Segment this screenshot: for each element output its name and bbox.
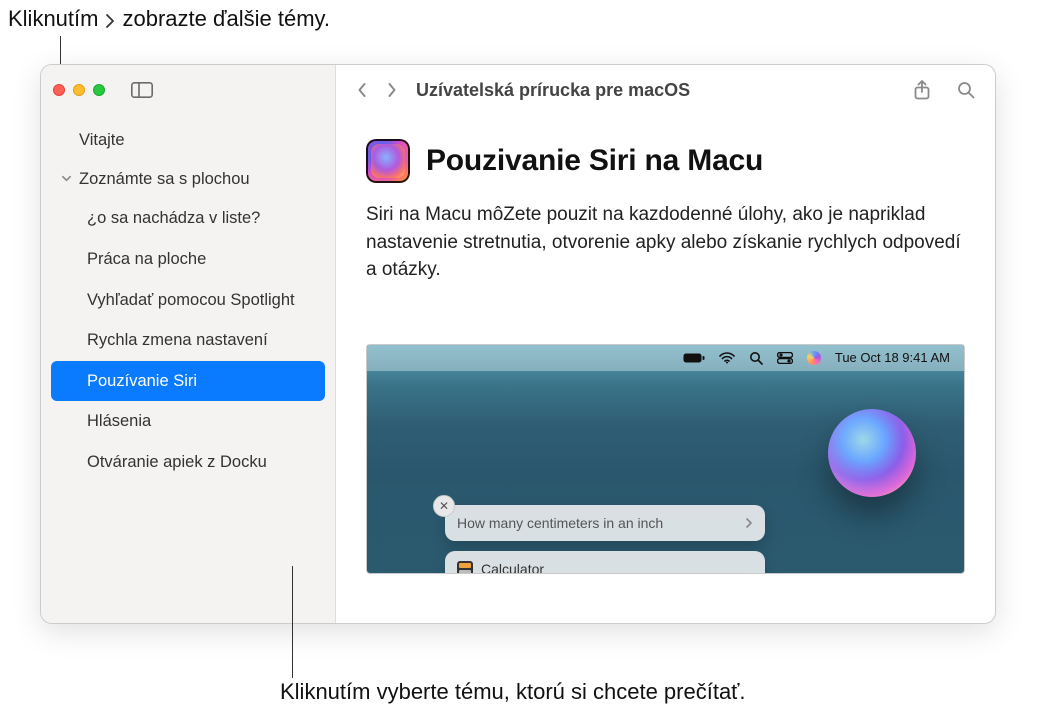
article-content: Pouzivanie Siri na Macu Siri na Macu môZ… [336,115,995,574]
chevron-right-icon [104,13,116,29]
callout-leader-line [292,566,293,678]
nav-item-label: Zoznámte sa s plochou [79,169,250,190]
siri-question-text: How many centimeters in an inch [457,515,737,531]
nav-subitem-open-apps-dock[interactable]: Otváranie apiek z Docku [51,442,325,483]
close-bubble-icon: ✕ [433,495,455,517]
magnifier-icon [749,351,763,365]
nav-item-label: Vyhľadať pomocou Spotlight [87,290,295,311]
nav-item-label: Hlásenia [87,411,151,432]
nav-subitem-menubar[interactable]: ¿o sa nachádza v liste? [51,198,325,239]
search-icon [957,81,975,99]
control-center-icon [777,352,793,364]
wifi-icon [719,352,735,364]
nav-item-label: Rychla zmena nastavení [87,330,268,351]
siri-result-card: Calculator [445,551,765,574]
sidebar-toggle-button[interactable] [125,77,159,103]
nav-item-label: ¿o sa nachádza v liste? [87,208,260,229]
share-button[interactable] [907,76,937,104]
page-header: Pouzivanie Siri na Macu [366,139,965,183]
chevron-right-icon [386,81,398,99]
page-title: Pouzivanie Siri na Macu [426,144,763,178]
nav-item-label: Práca na ploche [87,249,206,270]
sidebar-toggle-icon [131,82,153,98]
nav-subitem-spotlight[interactable]: Vyhľadať pomocou Spotlight [51,280,325,321]
minimize-window-button[interactable] [73,84,85,96]
topic-nav: Vitajte Zoznámte sa s plochou ¿o sa nach… [41,115,335,483]
zoom-window-button[interactable] [93,84,105,96]
nav-subitem-siri[interactable]: Pouzívanie Siri [51,361,325,402]
siri-app-icon [366,139,410,183]
illus-desktop: Tue Oct 18 9:41 AM ✕ How many centimeter… [366,344,965,574]
sidebar-toolbar [41,65,335,115]
illustration: Click to close the Siri window. Click th… [366,344,965,574]
siri-result-label: Calculator [481,561,544,574]
menubar-datetime: Tue Oct 18 9:41 AM [835,350,950,365]
nav-item-label: Otváranie apiek z Docku [87,452,267,473]
siri-question-card: ✕ How many centimeters in an inch [445,505,765,541]
page-intro-paragraph: Siri na Macu môZete pouzit na kazdodenné… [366,201,965,284]
callout-text: Kliknutím [8,6,98,32]
main-toolbar: Uzívatelská prírucka pre macOS [336,65,995,115]
window-controls [53,84,105,96]
battery-icon [683,352,705,364]
nav-item-label: Pouzívanie Siri [87,371,197,392]
nav-subitem-quick-settings[interactable]: Rychla zmena nastavení [51,320,325,361]
nav-item-welcome[interactable]: Vitajte [51,121,325,160]
chevron-left-icon [356,81,368,99]
siri-menubar-icon [807,351,821,365]
sidebar: Vitajte Zoznámte sa s plochou ¿o sa nach… [41,65,336,623]
chevron-down-icon[interactable] [61,173,73,184]
nav-item-desktop-intro[interactable]: Zoznámte sa s plochou [51,160,325,199]
help-viewer-window: Vitajte Zoznámte sa s plochou ¿o sa nach… [40,64,996,624]
nav-subitem-desktop-work[interactable]: Práca na ploche [51,239,325,280]
toolbar-title: Uzívatelská prírucka pre macOS [410,80,901,101]
nav-subitem-notifications[interactable]: Hlásenia [51,401,325,442]
nav-item-label: Vitajte [79,130,125,151]
calculator-app-icon [457,561,473,574]
callout-text: zobrazte ďalšie témy. [122,6,330,32]
siri-orb [828,409,916,497]
share-icon [913,80,931,100]
external-callout-top: Kliknutím zobrazte ďalšie témy. [8,6,330,32]
external-callout-bottom: Kliknutím vyberte tému, ktorú si chcete … [280,679,746,705]
chevron-right-icon [745,518,753,528]
search-button[interactable] [951,77,981,103]
illus-menubar: Tue Oct 18 9:41 AM [367,345,964,371]
nav-forward-button[interactable] [380,77,404,103]
close-window-button[interactable] [53,84,65,96]
main-pane: Uzívatelská prírucka pre macOS Pouzivani… [336,65,995,623]
nav-back-button[interactable] [350,77,374,103]
